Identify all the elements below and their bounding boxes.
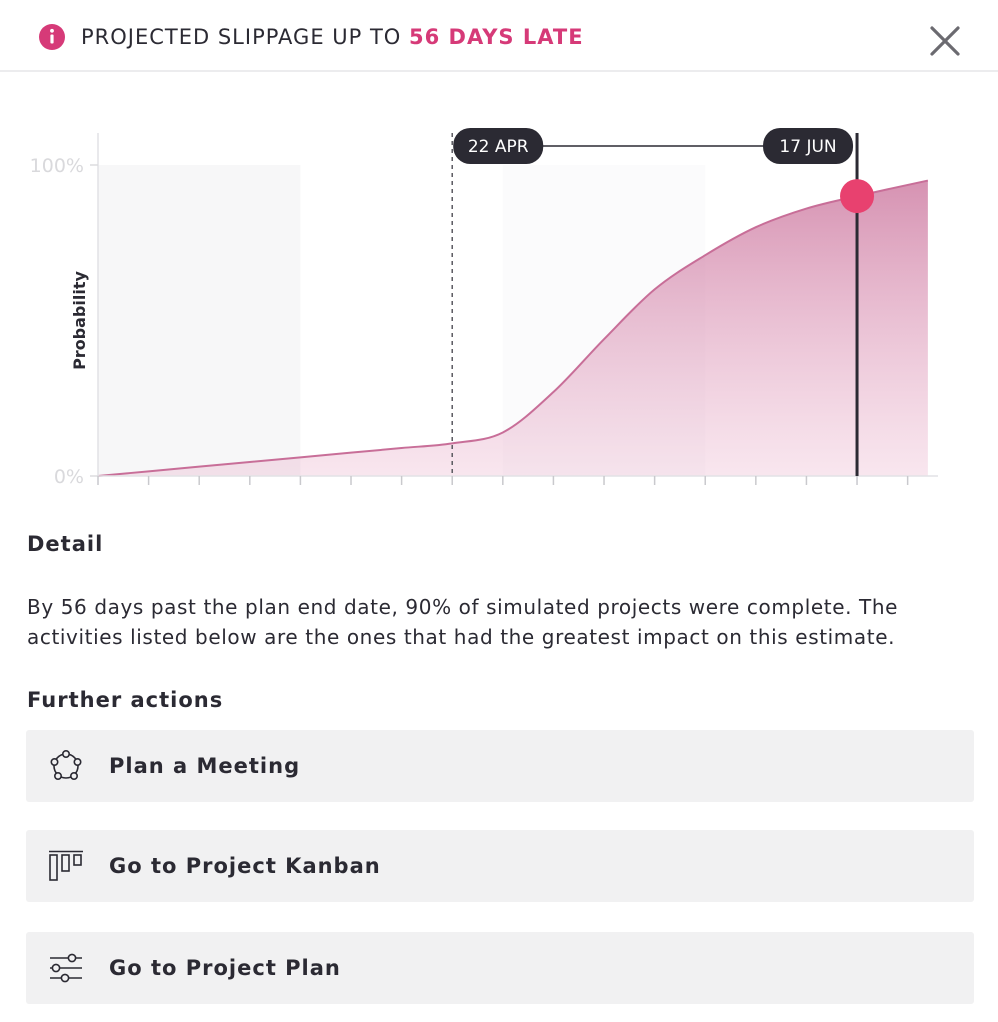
project-kanban-button[interactable]: Go to Project Kanban — [26, 830, 974, 902]
project-kanban-label: Go to Project Kanban — [109, 854, 381, 878]
further-actions-heading: Further actions — [27, 688, 224, 712]
projected-date-label: 17 JUN — [763, 128, 854, 164]
title-highlight: 56 DAYS LATE — [409, 25, 584, 49]
y-axis-label: Probability — [70, 271, 89, 370]
detail-heading: Detail — [27, 532, 104, 556]
plan-icon — [50, 953, 82, 983]
title-prefix: PROJECTED SLIPPAGE UP TO — [81, 25, 410, 49]
projected-label-text: 17 JUN — [779, 137, 836, 157]
project-plan-button[interactable]: Go to Project Plan — [26, 932, 974, 1004]
projected-marker-dot — [840, 179, 875, 214]
page-title: PROJECTED SLIPPAGE UP TO 56 DAYS LATE — [81, 22, 584, 52]
header-bar: PROJECTED SLIPPAGE UP TO 56 DAYS LATE — [0, 0, 998, 72]
meeting-icon — [50, 750, 82, 780]
plan-end-date-label: 22 APR — [453, 128, 544, 164]
detail-text: By 56 days past the plan end date, 90% o… — [27, 595, 899, 649]
probability-chart: Probability 100% 0% 22 APR 17 JUN — [30, 128, 938, 488]
project-plan-label: Go to Project Plan — [109, 956, 341, 980]
kanban-icon — [49, 850, 83, 881]
plan-meeting-label: Plan a Meeting — [109, 754, 301, 778]
plan-end-label-text: 22 APR — [468, 137, 529, 157]
chart-band-0 — [98, 165, 301, 476]
plan-meeting-button[interactable]: Plan a Meeting — [26, 730, 974, 802]
info-icon — [39, 24, 65, 50]
y-tick-label-top: 100% — [30, 155, 84, 177]
y-tick-label-bottom: 0% — [54, 466, 84, 488]
close-icon[interactable] — [926, 22, 964, 60]
